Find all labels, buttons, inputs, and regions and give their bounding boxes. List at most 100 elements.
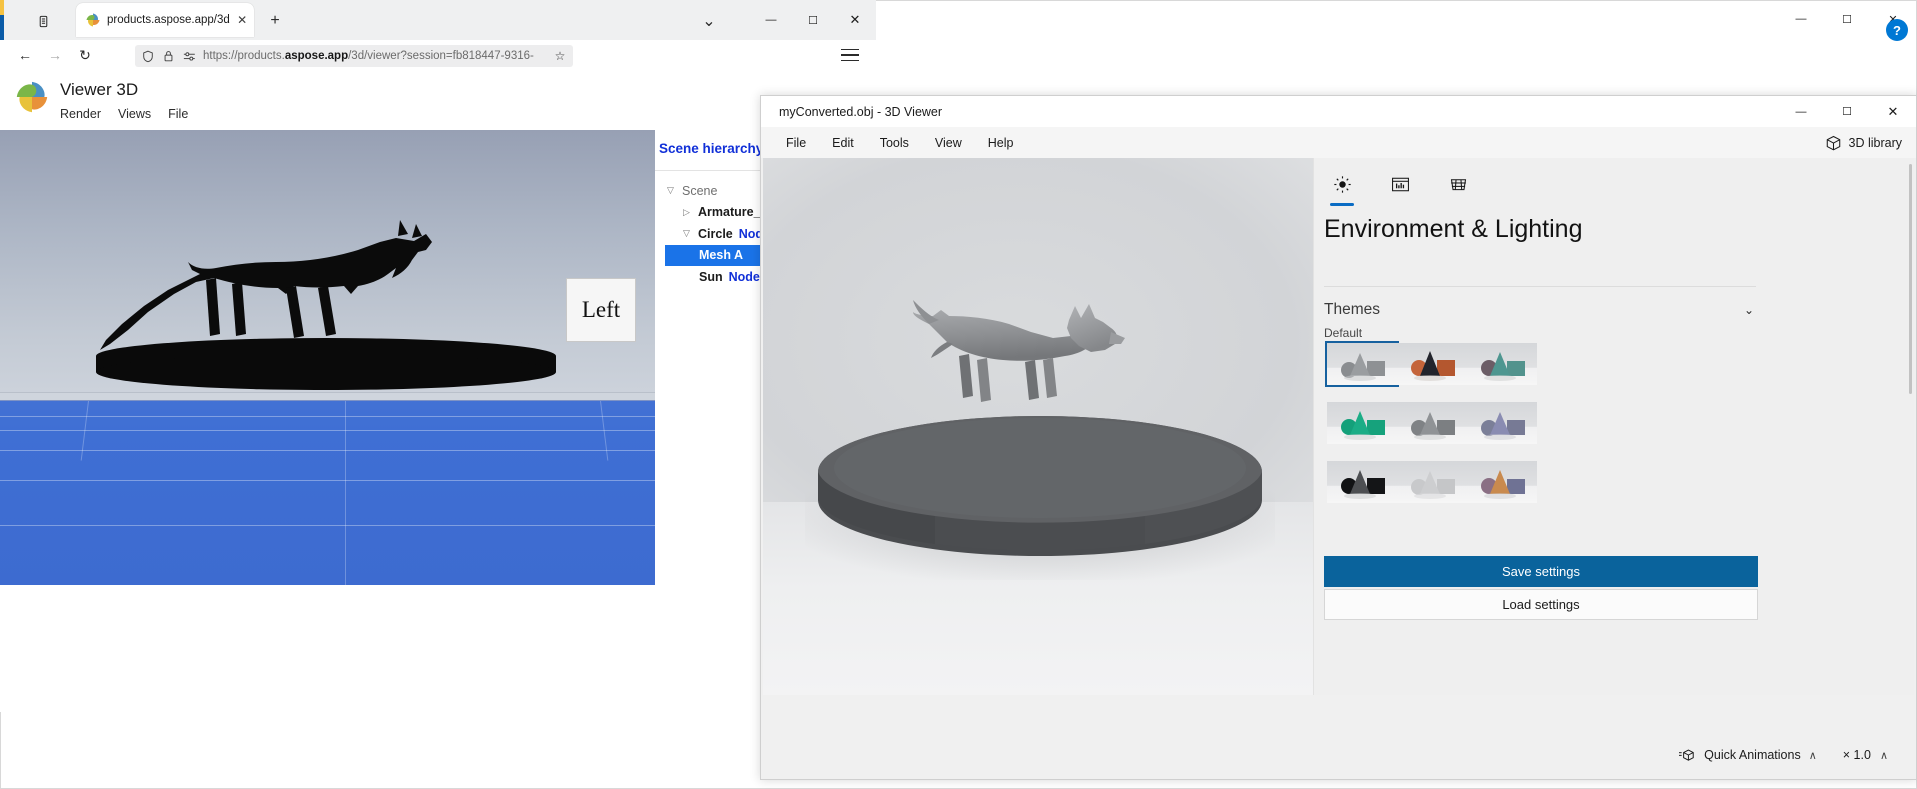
tree-twisty-icon[interactable]: ▽ — [665, 185, 676, 196]
tree-item-type: Node — [728, 269, 760, 284]
back-icon[interactable]: ← — [10, 40, 40, 70]
tree-item-label: Scene — [682, 183, 718, 198]
aspose-spiral-logo-icon — [14, 79, 50, 115]
browser-window: products.aspose.app/3d/viewer ✕ + ⌄ — ☐ … — [0, 0, 876, 712]
tree-twisty-icon[interactable]: ▽ — [681, 228, 692, 239]
scene-hierarchy-title: Scene hierarchy t — [659, 141, 772, 156]
dog-model-silhouette — [100, 220, 432, 350]
browser-tab-title: products.aspose.app/3d/viewer — [107, 14, 230, 26]
menu-tools[interactable]: Tools — [867, 132, 922, 154]
grid-line — [0, 416, 655, 417]
theme-thumbnail[interactable] — [1397, 343, 1467, 385]
active-tab-underline — [1330, 203, 1354, 206]
grid-line — [0, 525, 655, 526]
bg-maximize-button[interactable]: ☐ — [1824, 1, 1870, 37]
viewer-settings-sidebar: Environment & Lighting Themes ⌄ Default — [1313, 158, 1914, 695]
new-tab-button[interactable]: + — [264, 10, 286, 32]
aspose-favicon-icon — [85, 12, 101, 28]
cube-3d-icon — [1825, 135, 1842, 152]
menu-edit[interactable]: Edit — [819, 132, 867, 154]
browser-window-controls: — ☐ ✕ — [750, 0, 876, 40]
browser-tab[interactable]: products.aspose.app/3d/viewer ✕ — [76, 3, 254, 37]
quick-animations-control[interactable]: Quick Animations ∧ — [1678, 747, 1817, 763]
tree-twisty-icon[interactable]: ▷ — [681, 207, 692, 218]
tab-list-icon[interactable] — [30, 9, 56, 33]
sun-icon — [1333, 175, 1352, 194]
tab-close-icon[interactable]: ✕ — [236, 13, 248, 27]
tree-item-label: Mesh A — [699, 248, 743, 263]
theme-thumbnail[interactable] — [1397, 461, 1467, 503]
grid-view-tab[interactable] — [1441, 167, 1475, 201]
theme-thumbnail[interactable] — [1325, 341, 1399, 387]
permissions-icon[interactable] — [182, 51, 197, 62]
window-accent-stripe — [0, 0, 4, 40]
menu-help[interactable]: Help — [975, 132, 1027, 154]
forward-icon[interactable]: → — [40, 40, 70, 70]
browser-minimize-button[interactable]: — — [750, 0, 792, 40]
viewer-titlebar: myConverted.obj - 3D Viewer — ☐ ✕ — [761, 96, 1916, 127]
page-title: Viewer 3D — [60, 80, 139, 99]
reload-icon[interactable]: ↻ — [70, 40, 100, 70]
theme-thumbnail[interactable] — [1467, 461, 1537, 503]
browser-maximize-button[interactable]: ☐ — [792, 0, 834, 40]
themes-label: Themes — [1324, 301, 1380, 318]
viewer-close-button[interactable]: ✕ — [1870, 96, 1916, 127]
viewer-window-controls: — ☐ ✕ — [1778, 96, 1916, 127]
help-icon[interactable]: ? — [1886, 19, 1908, 41]
chevron-up-icon[interactable]: ∧ — [1809, 749, 1817, 762]
bookmark-star-icon[interactable]: ☆ — [552, 49, 568, 63]
browser-tabstrip: products.aspose.app/3d/viewer ✕ + ⌄ — ☐ … — [0, 0, 876, 40]
viewer-menubar: File Edit Tools View Help 3D library — [761, 127, 1916, 158]
sidebar-scrollbar[interactable] — [1908, 158, 1913, 695]
grid-line — [0, 450, 655, 451]
image-frame-icon — [1391, 176, 1410, 193]
chevron-down-icon[interactable]: ⌄ — [1744, 303, 1758, 317]
aspose-app-header: Viewer 3D Render Views File — [0, 70, 876, 127]
viewport-horizon-band — [0, 392, 655, 401]
menu-view[interactable]: View — [922, 132, 975, 154]
app-menu-render[interactable]: Render — [60, 107, 101, 121]
shield-icon — [140, 50, 155, 63]
chevron-down-icon[interactable]: ⌄ — [698, 10, 720, 32]
theme-thumbnail[interactable] — [1467, 402, 1537, 444]
lock-icon — [161, 50, 176, 62]
themes-section-header[interactable]: Themes ⌄ — [1324, 297, 1758, 323]
app-menu-file[interactable]: File — [168, 107, 188, 121]
viewer-window-title: myConverted.obj - 3D Viewer — [779, 104, 943, 119]
save-settings-button[interactable]: Save settings — [1324, 556, 1758, 587]
web-3d-viewport[interactable]: Left — [0, 130, 655, 585]
environment-lighting-tab[interactable] — [1325, 167, 1359, 206]
animation-cube-icon — [1678, 747, 1696, 763]
theme-thumbnail[interactable] — [1327, 402, 1397, 444]
theme-thumbnail[interactable] — [1397, 402, 1467, 444]
viewer-maximize-button[interactable]: ☐ — [1824, 96, 1870, 127]
load-settings-button[interactable]: Load settings — [1324, 589, 1758, 620]
tree-item-label: Armature_ — [698, 205, 761, 220]
screen-root: — ☐ ✕ ? — [0, 0, 1917, 789]
view-orientation-cube[interactable]: Left — [566, 278, 636, 342]
3d-library-button[interactable]: 3D library — [1825, 132, 1902, 154]
grid-line — [0, 480, 655, 481]
viewer-statusbar: Quick Animations ∧ × 1.0 ∧ — [763, 733, 1916, 777]
playback-speed-value: × 1.0 — [1842, 748, 1871, 762]
app-menu-views[interactable]: Views — [118, 107, 151, 121]
viewer-3d-canvas[interactable] — [763, 158, 1313, 695]
view-cube-label: Left — [581, 297, 621, 322]
chevron-up-icon[interactable]: ∧ — [1880, 749, 1888, 762]
materials-tab[interactable] — [1383, 167, 1417, 201]
grid-line — [0, 430, 655, 431]
viewer-minimize-button[interactable]: — — [1778, 96, 1824, 127]
quick-animations-label: Quick Animations — [1704, 748, 1801, 762]
tree-item-label: Sun — [699, 269, 723, 284]
sidebar-scrollbar-thumb[interactable] — [1909, 164, 1912, 394]
bg-minimize-button[interactable]: — — [1778, 1, 1824, 37]
browser-menu-icon[interactable] — [840, 47, 860, 63]
playback-speed-control[interactable]: × 1.0 ∧ — [1843, 748, 1888, 762]
browser-close-button[interactable]: ✕ — [834, 0, 876, 40]
theme-thumbnail[interactable] — [1467, 343, 1537, 385]
menu-file[interactable]: File — [773, 132, 819, 154]
viewport-ground — [0, 392, 655, 585]
dog-3d-model — [913, 300, 1125, 402]
address-bar[interactable]: https://products.aspose.app/3d/viewer?se… — [135, 45, 573, 67]
theme-thumbnail[interactable] — [1327, 461, 1397, 503]
